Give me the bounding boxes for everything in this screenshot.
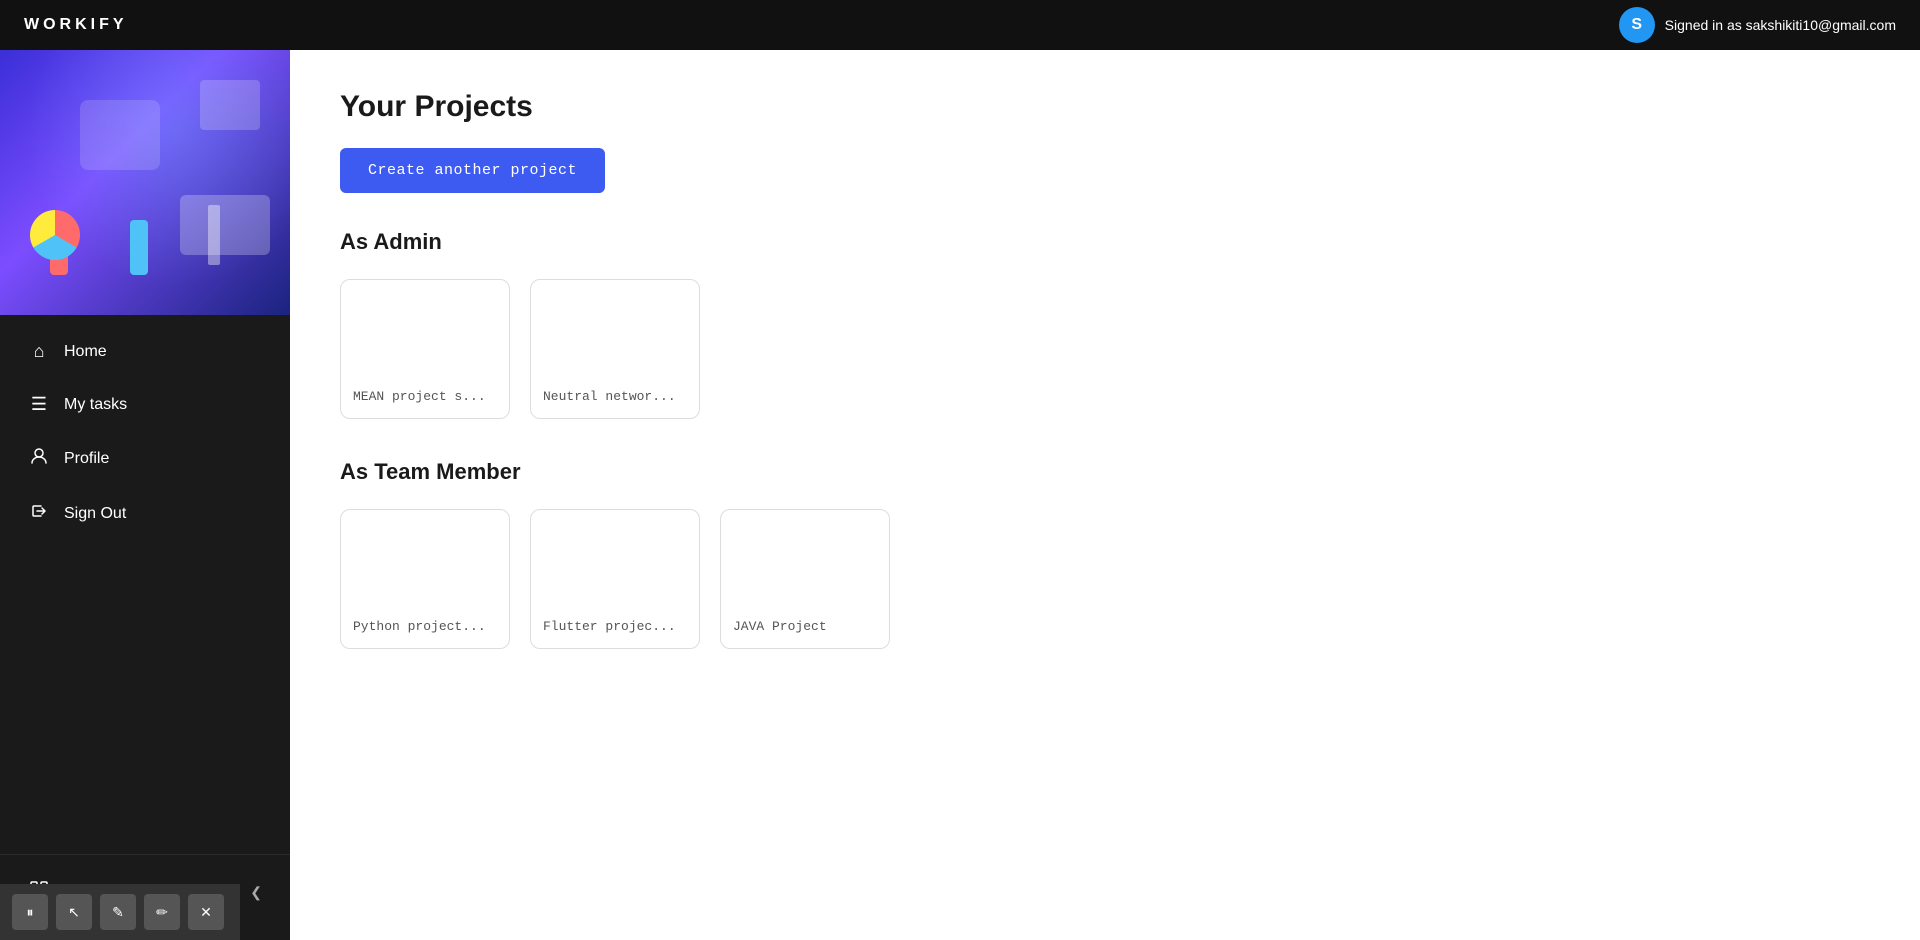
team-project-card-2[interactable]: JAVA Project: [720, 509, 890, 649]
sidebar-item-profile-label: Profile: [64, 450, 109, 468]
toolbar-pause-button[interactable]: ⏸: [12, 894, 48, 930]
home-icon: ⌂: [28, 341, 50, 362]
profile-icon: [28, 447, 50, 470]
banner-chart-shape: [200, 80, 260, 130]
admin-projects-grid: MEAN project s... Neutral networ...: [340, 279, 1870, 419]
admin-project-name-0: MEAN project s...: [353, 389, 486, 404]
team-project-name-0: Python project...: [353, 619, 486, 634]
sign-out-icon: [28, 502, 50, 525]
content-area: Your Projects Create another project As …: [290, 50, 1920, 940]
banner-pie-shape: [30, 210, 80, 260]
sidebar-item-sign-out[interactable]: Sign Out: [0, 486, 290, 541]
toolbar-close-button[interactable]: ✕: [188, 894, 224, 930]
page-title: Your Projects: [340, 90, 1870, 124]
admin-project-name-1: Neutral networ...: [543, 389, 676, 404]
sidebar-banner: [0, 50, 290, 315]
team-project-card-0[interactable]: Python project...: [340, 509, 510, 649]
banner-box-shape: [80, 100, 160, 170]
main-layout: ⌂ Home ☰ My tasks Profile: [0, 50, 1920, 940]
sidebar-item-my-tasks[interactable]: ☰ My tasks: [0, 378, 290, 431]
banner-decoration: [0, 50, 290, 315]
sidebar-item-profile[interactable]: Profile: [0, 431, 290, 486]
sidebar-item-sign-out-label: Sign Out: [64, 505, 126, 523]
toolbar-pen-button[interactable]: ✎: [100, 894, 136, 930]
top-header: WORKIFY S Signed in as sakshikiti10@gmai…: [0, 0, 1920, 50]
admin-project-card-1[interactable]: Neutral networ...: [530, 279, 700, 419]
sidebar-nav: ⌂ Home ☰ My tasks Profile: [0, 315, 290, 854]
team-project-name-1: Flutter projec...: [543, 619, 676, 634]
admin-section-title: As Admin: [340, 229, 1870, 255]
create-project-button[interactable]: Create another project: [340, 148, 605, 193]
team-project-name-2: JAVA Project: [733, 619, 827, 634]
team-projects-grid: Python project... Flutter projec... JAVA…: [340, 509, 1870, 649]
banner-person2-shape: [130, 220, 148, 275]
sidebar-item-my-tasks-label: My tasks: [64, 396, 127, 414]
banner-screen-shape: [180, 195, 270, 255]
team-project-card-1[interactable]: Flutter projec...: [530, 509, 700, 649]
user-avatar: S: [1619, 7, 1655, 43]
bottom-toolbar: ⏸ ↖ ✎ ✏ ✕: [0, 884, 240, 940]
sidebar-item-home-label: Home: [64, 343, 107, 361]
toolbar-select-button[interactable]: ↖: [56, 894, 92, 930]
user-info: S Signed in as sakshikiti10@gmail.com: [1619, 7, 1896, 43]
toolbar-marker-button[interactable]: ✏: [144, 894, 180, 930]
collapse-icon: ❮: [250, 884, 262, 901]
team-section-title: As Team Member: [340, 459, 1870, 485]
admin-project-card-0[interactable]: MEAN project s...: [340, 279, 510, 419]
sidebar: ⌂ Home ☰ My tasks Profile: [0, 50, 290, 940]
app-logo: WORKIFY: [24, 16, 128, 34]
sidebar-item-home[interactable]: ⌂ Home: [0, 325, 290, 378]
tasks-icon: ☰: [28, 394, 50, 415]
user-email: Signed in as sakshikiti10@gmail.com: [1665, 17, 1896, 33]
